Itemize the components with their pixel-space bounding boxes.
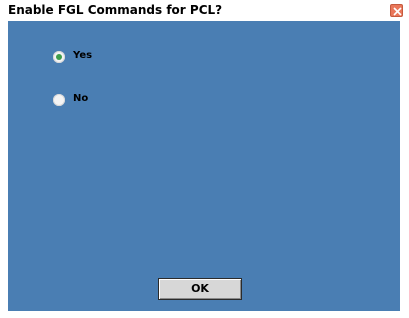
dialog-window: Enable FGL Commands for PCL? Yes No OK — [0, 0, 409, 318]
no-radio-button[interactable] — [53, 94, 65, 106]
yes-radio-label[interactable]: Yes — [73, 50, 92, 61]
ok-button[interactable]: OK — [158, 278, 242, 300]
yes-radio-button[interactable] — [53, 51, 65, 63]
title-bar: Enable FGL Commands for PCL? — [0, 0, 409, 21]
dialog-body: Yes No OK — [8, 21, 400, 311]
window-title: Enable FGL Commands for PCL? — [8, 3, 223, 17]
no-radio-label[interactable]: No — [73, 93, 88, 104]
close-button[interactable] — [390, 4, 403, 17]
radio-selected-dot — [56, 54, 62, 60]
close-icon — [393, 7, 402, 16]
